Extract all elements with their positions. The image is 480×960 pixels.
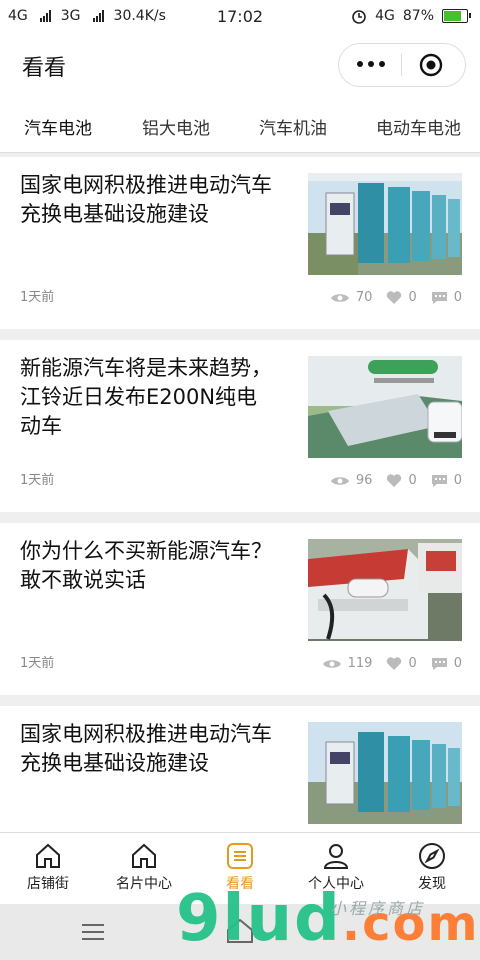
tab-car-battery[interactable]: 汽车电池 [24, 114, 92, 139]
tab-engine-oil[interactable]: 汽车机油 [259, 114, 327, 139]
article-time: 1天前 [20, 290, 55, 305]
home-icon [36, 843, 60, 868]
like-count: 0 [408, 656, 417, 671]
view-count: 70 [355, 290, 373, 305]
eye-icon [330, 476, 349, 485]
person-icon [323, 844, 349, 869]
view-count: 96 [355, 473, 373, 488]
battery-level [444, 11, 461, 21]
eye-icon [330, 293, 349, 302]
heart-icon[interactable] [386, 290, 402, 305]
page-title: 看看 [22, 56, 67, 81]
battery-icon [442, 9, 471, 23]
article-time: 1天前 [20, 473, 55, 488]
list-icon [227, 843, 253, 869]
home-icon [132, 843, 156, 868]
compass-icon [419, 843, 445, 869]
tab-shop-street[interactable]: 店铺街 [0, 841, 96, 893]
article-thumbnail [308, 173, 462, 275]
article-title[interactable]: 新能源汽车将是未来趋势，江铃近日发布E200N纯电动车 [20, 354, 278, 441]
article-title[interactable]: 你为什么不买新能源汽车？敢不敢说实话 [20, 537, 278, 595]
battery-percent: 87% [402, 8, 434, 24]
article-time: 1天前 [20, 656, 55, 671]
status-bar: 4G 3G 30.4K/s 17:02 4G 87% [0, 0, 480, 34]
comment-count: 0 [453, 290, 462, 305]
heart-icon[interactable] [386, 656, 402, 671]
article-title[interactable]: 国家电网积极推进电动汽车充换电基础设施建设 [20, 171, 278, 229]
article-card[interactable]: 新能源汽车将是未来趋势，江铃近日发布E200N纯电动车 1天前 96 0 0 [0, 340, 480, 512]
app-header: 看看 [0, 34, 480, 96]
tab-aluminum-battery[interactable]: 铝大电池 [142, 114, 210, 139]
mini-program-capsule [338, 43, 466, 87]
article-stats: 96 0 0 [330, 473, 462, 488]
tab-label: 店铺街 [27, 876, 69, 892]
comment-icon[interactable] [431, 291, 448, 305]
tab-label: 名片中心 [116, 876, 172, 892]
more-icon[interactable] [357, 56, 385, 72]
like-count: 0 [408, 473, 417, 488]
close-target-icon[interactable] [419, 53, 443, 77]
category-tabs: 汽车电池 铝大电池 汽车机油 电动车电池 [0, 96, 480, 153]
alarm-icon [352, 10, 366, 24]
article-title[interactable]: 国家电网积极推进电动汽车充换电基础设施建设 [20, 720, 278, 778]
eye-icon [322, 659, 341, 668]
comment-count: 0 [453, 656, 462, 671]
watermark-tagline: 小程序商店 [330, 899, 426, 918]
comment-icon[interactable] [431, 474, 448, 488]
heart-icon[interactable] [386, 473, 402, 488]
article-card[interactable]: 国家电网积极推进电动汽车充换电基础设施建设 [0, 706, 480, 832]
article-stats: 119 0 0 [322, 656, 462, 671]
view-count: 119 [347, 656, 373, 671]
article-card[interactable]: 国家电网积极推进电动汽车充换电基础设施建设 1天前 70 0 0 [0, 157, 480, 329]
tab-ebike-battery[interactable]: 电动车电池 [376, 114, 461, 139]
menu-icon[interactable] [82, 924, 104, 945]
article-thumbnail [308, 356, 462, 458]
comment-icon[interactable] [431, 657, 448, 671]
network-type-right: 4G [375, 8, 395, 24]
capsule-divider [401, 54, 402, 76]
like-count: 0 [408, 290, 417, 305]
article-card[interactable]: 你为什么不买新能源汽车？敢不敢说实话 1天前 119 0 0 [0, 523, 480, 695]
article-stats: 70 0 0 [330, 290, 462, 305]
comment-count: 0 [453, 473, 462, 488]
watermark-logo: 9lud.com [176, 882, 480, 956]
article-thumbnail [308, 539, 462, 641]
article-thumbnail [308, 722, 462, 824]
